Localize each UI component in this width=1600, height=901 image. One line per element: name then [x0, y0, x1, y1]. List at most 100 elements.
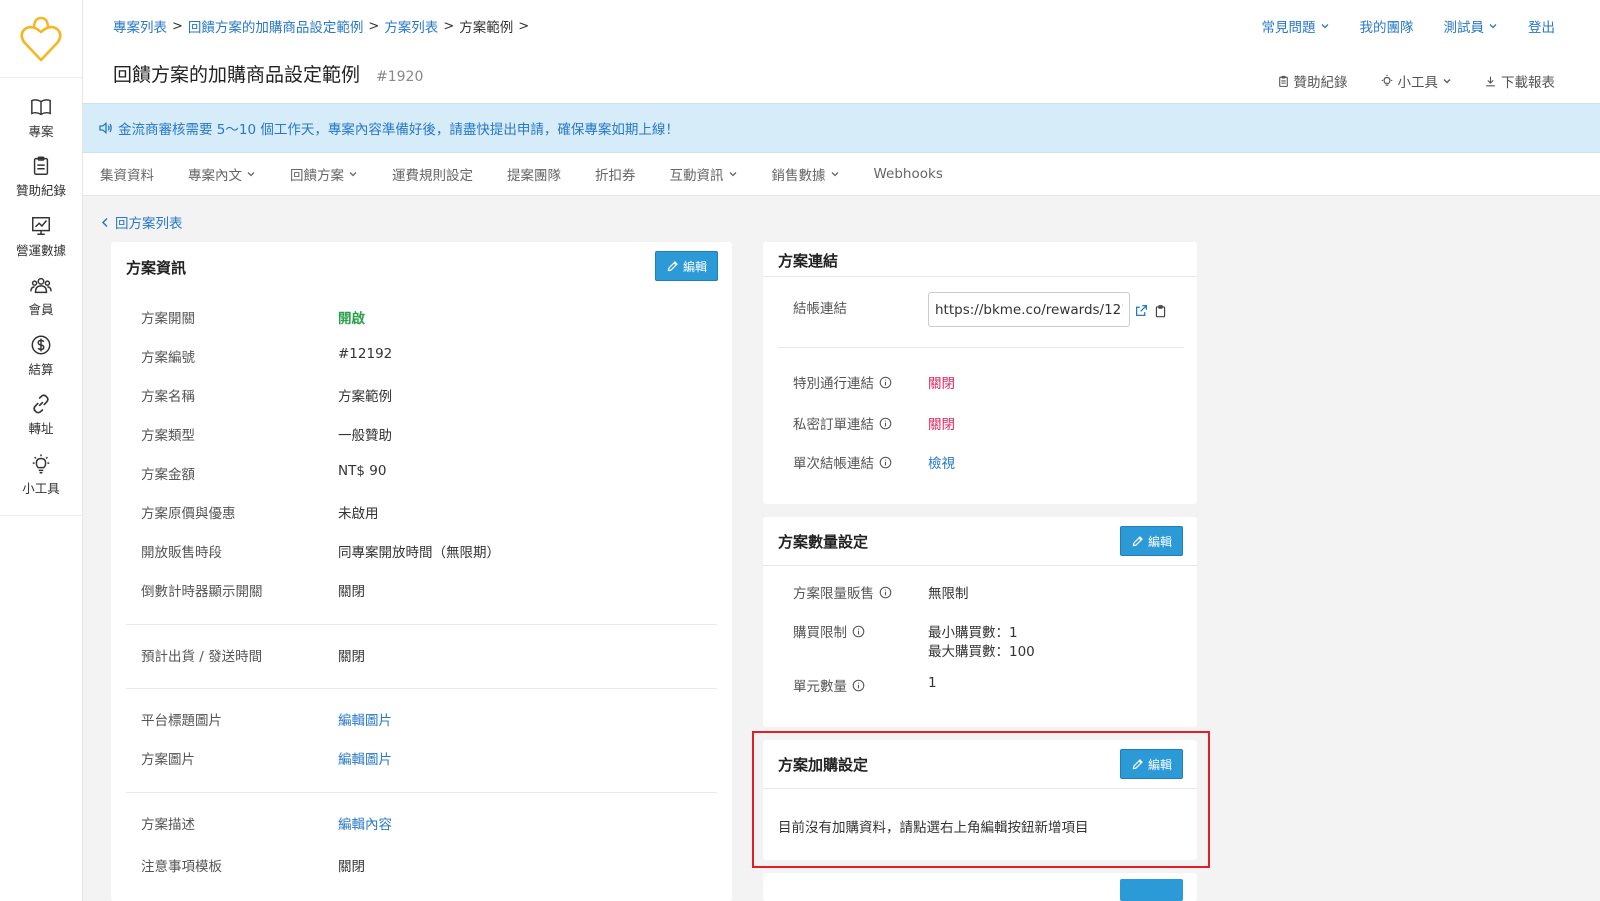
tab-coupons[interactable]: 折扣券	[595, 164, 636, 184]
plan-link-card: 方案連結 結帳連結 特別通行連結 關閉 私密訂單連結 關閉 單次結帳連結 檢視	[763, 242, 1197, 504]
card-title: 方案資訊	[126, 259, 187, 277]
edit-button-partial[interactable]	[1120, 879, 1183, 901]
sidebar-item-label: 贊助紀錄	[15, 183, 66, 199]
row-label: 注意事項模板	[141, 859, 222, 875]
sidebar-item-label: 結算	[28, 361, 54, 377]
clipboard-icon	[1278, 75, 1288, 87]
breadcrumb-plans[interactable]: 方案列表	[384, 16, 438, 36]
row-value: 關閉	[338, 649, 365, 665]
status-value: 關閉	[928, 376, 955, 392]
row-label: 單元數量	[793, 675, 865, 695]
chevron-down-icon	[1443, 79, 1451, 84]
row-value: #12192	[338, 346, 393, 362]
logout-link[interactable]: 登出	[1528, 16, 1555, 36]
tab-interaction[interactable]: 互動資訊	[670, 164, 738, 184]
sidebar-item-sponsor-records[interactable]: 贊助紀錄	[0, 148, 82, 208]
view-link[interactable]: 檢視	[928, 452, 955, 472]
row-value: NT$ 90	[338, 463, 387, 479]
logo[interactable]	[0, 0, 82, 78]
tab-reward-plans[interactable]: 回饋方案	[290, 164, 358, 184]
tab-label: Webhooks	[873, 166, 943, 182]
chevron-down-icon	[247, 172, 255, 177]
divider	[126, 688, 717, 689]
my-team-link[interactable]: 我的團隊	[1360, 16, 1414, 36]
widgets-dropdown[interactable]: 小工具	[1380, 71, 1453, 91]
row-label: 方案限量販售	[793, 582, 892, 602]
tab-funding-info[interactable]: 集資資料	[100, 164, 154, 184]
info-icon[interactable]	[852, 679, 865, 692]
row-label-text: 單次結帳連結	[793, 456, 874, 472]
info-icon[interactable]	[879, 417, 892, 430]
breadcrumb-project[interactable]: 回饋方案的加購商品設定範例	[188, 16, 364, 36]
back-to-plans-link[interactable]: 回方案列表	[100, 212, 183, 232]
notice-text: 金流商審核需要 5～10 個工作天，專案內容準備好後，請盡快提出申請，確保專案如…	[118, 122, 679, 138]
row-label-text: 私密訂單連結	[793, 417, 874, 433]
info-icon[interactable]	[852, 625, 865, 638]
edit-header-image-link[interactable]: 編輯圖片	[338, 709, 392, 729]
link-icon	[33, 394, 49, 414]
tab-label: 提案團隊	[507, 168, 561, 184]
row-value: 1	[928, 675, 937, 691]
row-label: 方案開關	[141, 311, 195, 327]
card-title: 方案加購設定	[778, 756, 869, 774]
row-value: 關閉	[338, 859, 365, 875]
row-label: 方案金額	[141, 467, 195, 483]
tab-bar: 集資資料 專案內文 回饋方案 運費規則設定 提案團隊 折扣券 互動資訊 銷售數據…	[83, 153, 1600, 196]
row-label: 平台標題圖片	[141, 713, 222, 729]
sidebar-item-analytics[interactable]: 營運數據	[0, 207, 82, 267]
download-label: 下載報表	[1501, 75, 1555, 91]
tab-label: 互動資訊	[669, 168, 724, 184]
plan-addon-card: 方案加購設定 編輯 目前沒有加購資料，請點選右上角編輯按鈕新增項目	[763, 740, 1197, 860]
info-icon[interactable]	[879, 376, 892, 389]
row-value: 同專案開放時間（無限期）	[338, 545, 500, 561]
row-value: 一般贊助	[338, 428, 392, 444]
logout-label: 登出	[1528, 20, 1555, 36]
top-links: 常見問題 我的團隊 測試員 登出	[1262, 16, 1556, 36]
tab-project-content[interactable]: 專案內文	[188, 164, 256, 184]
sponsor-records-button[interactable]: 贊助紀錄	[1277, 71, 1348, 91]
chart-icon	[32, 216, 50, 235]
copy-icon[interactable]	[1154, 304, 1167, 318]
chevron-down-icon	[831, 172, 838, 177]
tab-team[interactable]: 提案團隊	[507, 164, 561, 184]
user-dropdown[interactable]: 測試員	[1444, 16, 1499, 36]
chevron-down-icon	[1321, 24, 1328, 29]
edit-quantity-button[interactable]: 編輯	[1120, 526, 1183, 556]
edit-plan-image-link[interactable]: 編輯圖片	[338, 748, 392, 768]
breadcrumb-separator: >	[518, 18, 530, 34]
book-icon	[31, 98, 51, 115]
edit-plan-info-button[interactable]: 編輯	[655, 251, 718, 281]
sidebar-item-members[interactable]: 會員	[0, 267, 82, 327]
sponsor-records-label: 贊助紀錄	[1293, 75, 1348, 91]
sidebar-item-widgets[interactable]: 小工具	[0, 445, 82, 505]
tab-label: 折扣券	[595, 168, 636, 184]
row-value: 無限制	[928, 586, 969, 602]
download-report-button[interactable]: 下載報表	[1484, 71, 1555, 91]
edit-description-link[interactable]: 編輯內容	[338, 813, 392, 833]
bulb-icon	[1381, 74, 1392, 86]
sidebar-item-label: 專案	[28, 123, 54, 139]
sidebar-item-projects[interactable]: 專案	[0, 88, 82, 148]
checkout-url-field[interactable]	[928, 292, 1130, 327]
plan-info-card: 方案資訊 編輯 方案開關 開啟 方案編號 #12192 方案名稱 方案範例 方案…	[111, 242, 732, 901]
tab-sales-data[interactable]: 銷售數據	[772, 164, 840, 184]
sidebar-item-label: 營運數據	[15, 242, 66, 258]
tab-webhooks[interactable]: Webhooks	[874, 166, 943, 182]
card-title: 方案數量設定	[778, 533, 869, 551]
breadcrumb-separator: >	[368, 18, 380, 34]
external-link-icon[interactable]	[1135, 304, 1148, 317]
sidebar: 專案 贊助紀錄 營運數據 會員 結算 轉址 小工具	[0, 0, 83, 901]
breadcrumb-projects[interactable]: 專案列表	[113, 16, 167, 36]
faq-dropdown[interactable]: 常見問題	[1262, 16, 1330, 36]
breadcrumb-separator: >	[172, 18, 183, 34]
sidebar-item-settlement[interactable]: 結算	[0, 326, 82, 386]
edit-addon-button[interactable]: 編輯	[1120, 749, 1183, 779]
breadcrumb-current: 方案範例	[459, 20, 514, 36]
info-icon[interactable]	[879, 456, 892, 469]
info-icon[interactable]	[879, 586, 892, 599]
sidebar-item-redirect[interactable]: 轉址	[0, 386, 82, 446]
row-label-text: 方案限量販售	[793, 586, 874, 602]
tab-label: 回饋方案	[290, 168, 344, 184]
empty-state-text: 目前沒有加購資料，請點選右上角編輯按鈕新增項目	[778, 820, 1089, 836]
tab-shipping-rules[interactable]: 運費規則設定	[392, 164, 473, 184]
